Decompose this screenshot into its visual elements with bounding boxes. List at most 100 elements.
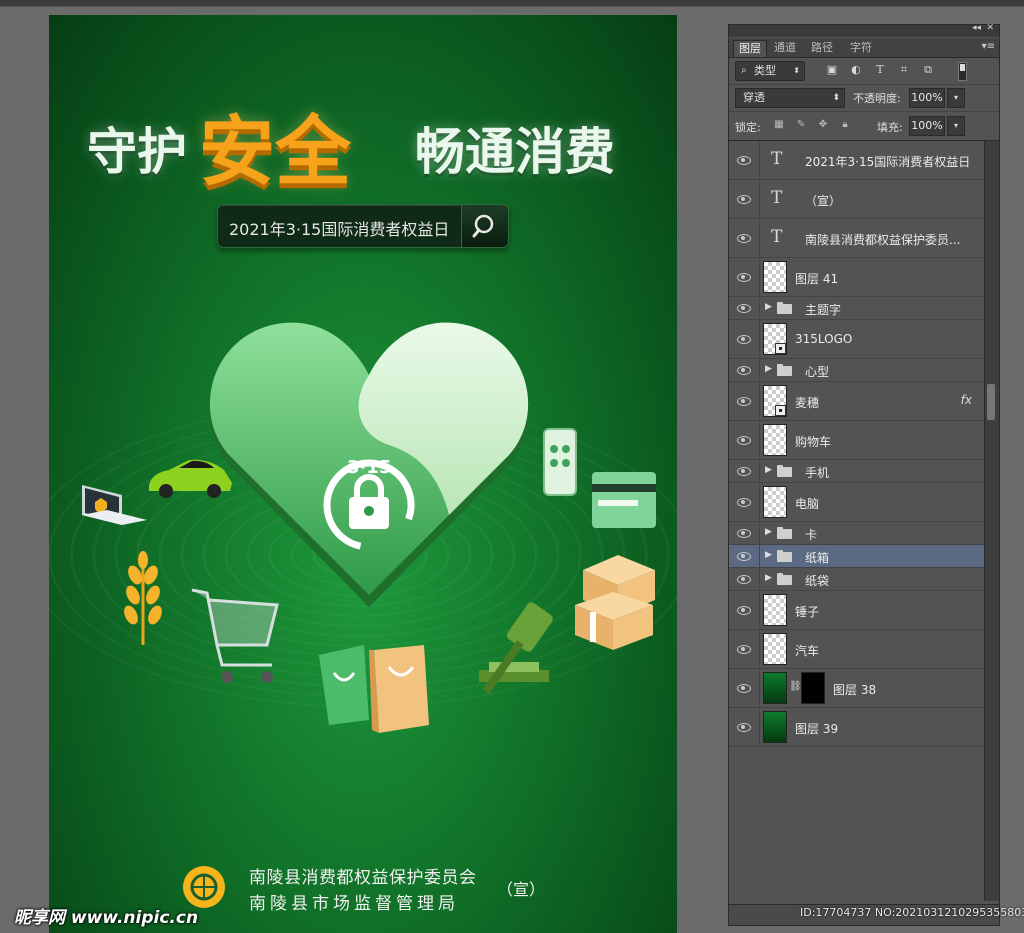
visibility-eye-icon[interactable] [737,303,751,313]
layer-name: 纸箱 [805,551,830,565]
tab-character[interactable]: 字符 [845,40,877,56]
opacity-input[interactable]: 100% [909,88,945,108]
layer-group-row[interactable]: ▶ 主题字 [729,297,984,320]
visibility-eye-icon[interactable] [737,365,751,375]
lock-move-icon[interactable]: ✥ [817,119,829,131]
link-chain-icon[interactable]: ⛓ [789,681,802,692]
lock-transparency-icon[interactable]: ▦ [773,119,785,131]
headline-part2: 安全 [199,107,351,196]
expand-triangle-icon[interactable]: ▶ [765,573,772,583]
blend-mode-select[interactable]: 穿透 ⬍ [735,88,845,108]
collapse-panel-icon[interactable]: ◂◂ [972,23,981,33]
layer-row[interactable]: 图层 41 [729,258,984,297]
layer-row[interactable]: 购物车 [729,421,984,460]
headline-part1: 守护 [87,123,187,181]
opacity-label: 不透明度: [853,92,901,105]
layer-row[interactable]: 电脑 [729,483,984,522]
tab-layers[interactable]: 图层 [733,40,767,57]
smart-object-filter-icon[interactable]: ⧉ [921,63,935,77]
layer-group-row[interactable]: ▶ 纸袋 [729,568,984,591]
layer-row[interactable]: 汽车 [729,630,984,669]
search-icon [461,205,508,247]
layer-group-row[interactable]: ▶ 手机 [729,460,984,483]
layer-name: 手机 [805,466,830,480]
shopping-cart-icon [191,588,279,683]
layer-thumbnail [763,261,787,293]
layer-row[interactable]: ⛓ 图层 38 [729,669,984,708]
pixel-filter-icon[interactable]: ▣ [825,63,839,77]
footer-org-line1: 南陵县消费都权益保护委员会 [249,868,477,888]
visibility-eye-icon[interactable] [737,605,751,615]
layer-group-row[interactable]: ▶ 心型 [729,359,984,382]
shopping-bags-icon [319,645,429,733]
tab-channels[interactable]: 通道 [769,40,801,56]
app-top-bar [0,0,1024,7]
fill-input[interactable]: 100% [909,116,945,136]
visibility-eye-icon[interactable] [737,466,751,476]
document-canvas[interactable]: 守护 安全 畅通消费 2021年3·15国际消费者权益日 3·15 南陵县消费都… [49,15,677,933]
folder-icon [777,302,792,314]
expand-triangle-icon[interactable]: ▶ [765,465,772,475]
visibility-eye-icon[interactable] [737,396,751,406]
layer-name: 纸袋 [805,574,830,588]
lock-row: 锁定: ▦ ✎ ✥ 🔒︎ 填充: 100% ▾ [729,112,999,141]
layer-thumbnail [763,486,787,518]
layer-row[interactable]: ▪ 315LOGO [729,320,984,359]
layer-group-row-selected[interactable]: ▶ 纸箱 [729,545,984,568]
expand-triangle-icon[interactable]: ▶ [765,527,772,537]
layer-row[interactable]: ▪ 麦穗 fx [729,382,984,421]
layer-row[interactable]: 锤子 [729,591,984,630]
layer-name: （宣） [805,194,842,208]
folder-icon [777,465,792,477]
text-layer-icon: T [771,149,783,169]
visibility-eye-icon[interactable] [737,551,751,561]
layer-mask-thumbnail[interactable] [801,672,825,704]
visibility-eye-icon[interactable] [737,528,751,538]
visibility-eye-icon[interactable] [737,194,751,204]
layer-filter-label: 类型 [754,64,776,77]
adjustment-filter-icon[interactable]: ◐ [849,63,863,77]
folder-icon [777,573,792,585]
visibility-eye-icon[interactable] [737,233,751,243]
visibility-eye-icon[interactable] [737,334,751,344]
blend-mode-value: 穿透 [743,91,765,104]
car-icon [149,459,232,498]
layer-name: 图层 38 [833,683,877,697]
scrollbar-thumb[interactable] [987,384,995,420]
expand-triangle-icon[interactable]: ▶ [765,302,772,312]
type-filter-icon[interactable]: T [873,63,887,77]
visibility-eye-icon[interactable] [737,155,751,165]
close-panel-icon[interactable]: ✕ [986,23,994,33]
panel-menu-icon[interactable]: ▾≡ [982,41,995,52]
poster-headline: 守护 安全 畅通消费 [49,90,677,196]
shape-filter-icon[interactable]: ⌗ [897,63,911,77]
filter-toggle[interactable] [958,62,967,81]
expand-triangle-icon[interactable]: ▶ [765,550,772,560]
fill-dropdown-icon[interactable]: ▾ [947,116,965,136]
layer-row[interactable]: T （宣） [729,180,984,219]
layer-row[interactable]: T 南陵县消费都权益保护委员... [729,219,984,258]
visibility-eye-icon[interactable] [737,272,751,282]
lock-brush-icon[interactable]: ✎ [795,119,807,131]
visibility-eye-icon[interactable] [737,683,751,693]
layers-scrollbar[interactable] [984,141,999,901]
visibility-eye-icon[interactable] [737,435,751,445]
visibility-eye-icon[interactable] [737,574,751,584]
layer-thumbnail [763,672,787,704]
visibility-eye-icon[interactable] [737,497,751,507]
layer-filter-select[interactable]: ⌕ 类型 ⬍ [735,61,805,81]
visibility-eye-icon[interactable] [737,722,751,732]
tab-paths[interactable]: 路径 [806,40,838,56]
opacity-dropdown-icon[interactable]: ▾ [947,88,965,108]
layer-name: 卡 [805,528,818,542]
layer-row[interactable]: 图层 39 [729,708,984,747]
expand-triangle-icon[interactable]: ▶ [765,364,772,374]
visibility-eye-icon[interactable] [737,644,751,654]
layer-row[interactable]: T 2021年3·15国际消费者权益日 [729,141,984,180]
layer-name: 购物车 [795,435,832,449]
lock-all-icon[interactable]: 🔒︎ [839,119,851,131]
layers-panel: ◂◂ ✕ 图层 通道 路径 字符 ▾≡ ⌕ 类型 ⬍ ▣ ◐ T ⌗ ⧉ 穿透 … [728,23,1000,926]
fx-effects-icon[interactable]: fx [961,393,972,407]
folder-icon [777,364,792,376]
layer-group-row[interactable]: ▶ 卡 [729,522,984,545]
